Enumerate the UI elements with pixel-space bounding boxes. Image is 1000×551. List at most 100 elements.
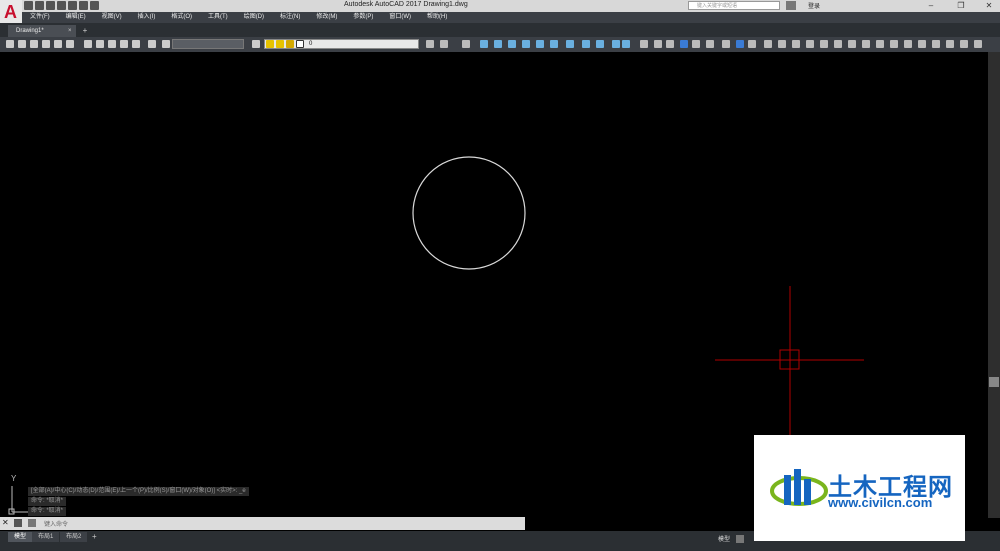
menu-window[interactable]: 窗口(W) xyxy=(381,12,419,23)
modeling-icon[interactable] xyxy=(918,40,926,48)
open-icon[interactable] xyxy=(18,40,26,48)
view-icon[interactable] xyxy=(692,40,700,48)
cut-icon[interactable] xyxy=(84,40,92,48)
layer-manager-icon[interactable] xyxy=(252,40,260,48)
new-tab-button[interactable]: + xyxy=(80,25,90,37)
dim-radius-icon[interactable] xyxy=(536,40,544,48)
menu-view[interactable]: 视图(V) xyxy=(94,12,130,23)
grid-icon[interactable] xyxy=(736,535,744,543)
ucs-icon xyxy=(8,486,30,515)
print-icon[interactable] xyxy=(68,1,77,10)
dim-angular-icon[interactable] xyxy=(566,40,574,48)
dim-tolerance-icon[interactable] xyxy=(612,40,620,48)
dim-aligned-icon[interactable] xyxy=(494,40,502,48)
menu-dimension[interactable]: 标注(N) xyxy=(272,12,308,23)
view-icon[interactable] xyxy=(640,40,648,48)
login-button[interactable]: 登录 xyxy=(808,1,820,10)
modeling-icon[interactable] xyxy=(764,40,772,48)
qnew-icon[interactable] xyxy=(6,40,14,48)
modeling-icon[interactable] xyxy=(904,40,912,48)
layer-tool-icon[interactable] xyxy=(426,40,434,48)
dim-linear-icon[interactable] xyxy=(480,40,488,48)
paste-icon[interactable] xyxy=(108,40,116,48)
modeling-icon[interactable] xyxy=(848,40,856,48)
dim-arc-icon[interactable] xyxy=(508,40,516,48)
modeling-icon[interactable] xyxy=(778,40,786,48)
menu-format[interactable]: 格式(O) xyxy=(163,12,200,23)
wrench-icon[interactable] xyxy=(14,519,22,527)
lightbulb-icon xyxy=(266,40,274,48)
tab-layout1[interactable]: 布局1 xyxy=(32,532,60,542)
dim-center-icon[interactable] xyxy=(622,40,630,48)
open-icon[interactable] xyxy=(35,1,44,10)
pan-icon[interactable] xyxy=(148,40,156,48)
render-icon[interactable] xyxy=(680,40,688,48)
redo-icon[interactable] xyxy=(90,1,99,10)
command-input[interactable] xyxy=(0,517,525,530)
document-tab-row xyxy=(0,23,1000,37)
saveas-icon[interactable] xyxy=(57,1,66,10)
undo-icon[interactable] xyxy=(132,40,140,48)
dim-baseline-icon[interactable] xyxy=(582,40,590,48)
dim-continue-icon[interactable] xyxy=(596,40,604,48)
undo-icon[interactable] xyxy=(79,1,88,10)
menu-help[interactable]: 帮助(H) xyxy=(419,12,455,23)
menu-parametric[interactable]: 参数(P) xyxy=(345,12,381,23)
tab-drawing1[interactable]: Drawing1* xyxy=(8,25,76,37)
search-input[interactable]: 键入关键字或短语 xyxy=(688,1,780,10)
autocad-logo[interactable]: A xyxy=(0,0,22,25)
tab-model[interactable]: 模型 xyxy=(8,532,33,542)
zoom-icon[interactable] xyxy=(162,40,170,48)
save-icon[interactable] xyxy=(30,40,38,48)
vertical-scrollbar[interactable] xyxy=(988,52,1000,518)
modeling-icon[interactable] xyxy=(820,40,828,48)
modeling-icon[interactable] xyxy=(862,40,870,48)
circle-object[interactable] xyxy=(412,156,526,270)
matchprop-icon[interactable] xyxy=(120,40,128,48)
menu-insert[interactable]: 插入(I) xyxy=(130,12,164,23)
new-icon[interactable] xyxy=(24,1,33,10)
search-icon[interactable] xyxy=(786,1,796,10)
command-history-line: 命令: *取消* xyxy=(28,497,67,506)
view-icon[interactable] xyxy=(654,40,662,48)
preview-icon[interactable] xyxy=(54,40,62,48)
dim-diameter-icon[interactable] xyxy=(550,40,558,48)
layer-tool-icon[interactable] xyxy=(462,40,470,48)
copy-icon[interactable] xyxy=(96,40,104,48)
modeling-icon[interactable] xyxy=(890,40,898,48)
modeling-icon[interactable] xyxy=(806,40,814,48)
command-close-icon[interactable]: ✕ xyxy=(2,518,9,527)
workspace-combo[interactable] xyxy=(172,39,244,49)
menu-file[interactable]: 文件(F) xyxy=(22,12,58,23)
layer-tool-icon[interactable] xyxy=(440,40,448,48)
model-space-button[interactable]: 模型 xyxy=(718,534,730,543)
command-history-line: [全部(A)/中心(C)/动态(D)/范围(E)/上一个(P)/比例(S)/窗口… xyxy=(28,487,249,496)
modeling-icon[interactable] xyxy=(960,40,968,48)
menu-draw[interactable]: 绘图(D) xyxy=(236,12,272,23)
scrollbar-thumb[interactable] xyxy=(989,377,999,387)
modeling-icon[interactable] xyxy=(946,40,954,48)
orbit-icon[interactable] xyxy=(748,40,756,48)
tab-close-icon[interactable]: × xyxy=(68,25,72,37)
add-layout-button[interactable]: + xyxy=(92,532,97,541)
modeling-icon[interactable] xyxy=(792,40,800,48)
modeling-icon[interactable] xyxy=(932,40,940,48)
restore-icon[interactable]: ❐ xyxy=(950,0,972,12)
orbit-icon[interactable] xyxy=(736,40,744,48)
close-icon[interactable]: ✕ xyxy=(978,0,1000,12)
publish-icon[interactable] xyxy=(66,40,74,48)
view-icon[interactable] xyxy=(706,40,714,48)
modeling-icon[interactable] xyxy=(834,40,842,48)
menu-tools[interactable]: 工具(T) xyxy=(200,12,236,23)
modeling-icon[interactable] xyxy=(876,40,884,48)
menu-modify[interactable]: 修改(M) xyxy=(308,12,345,23)
plot-icon[interactable] xyxy=(42,40,50,48)
view-icon[interactable] xyxy=(666,40,674,48)
orbit-icon[interactable] xyxy=(722,40,730,48)
modeling-icon[interactable] xyxy=(974,40,982,48)
menu-edit[interactable]: 编辑(E) xyxy=(58,12,94,23)
minimize-icon[interactable]: – xyxy=(920,0,942,12)
dim-ordinate-icon[interactable] xyxy=(522,40,530,48)
tab-layout2[interactable]: 布局2 xyxy=(60,532,88,542)
save-icon[interactable] xyxy=(46,1,55,10)
